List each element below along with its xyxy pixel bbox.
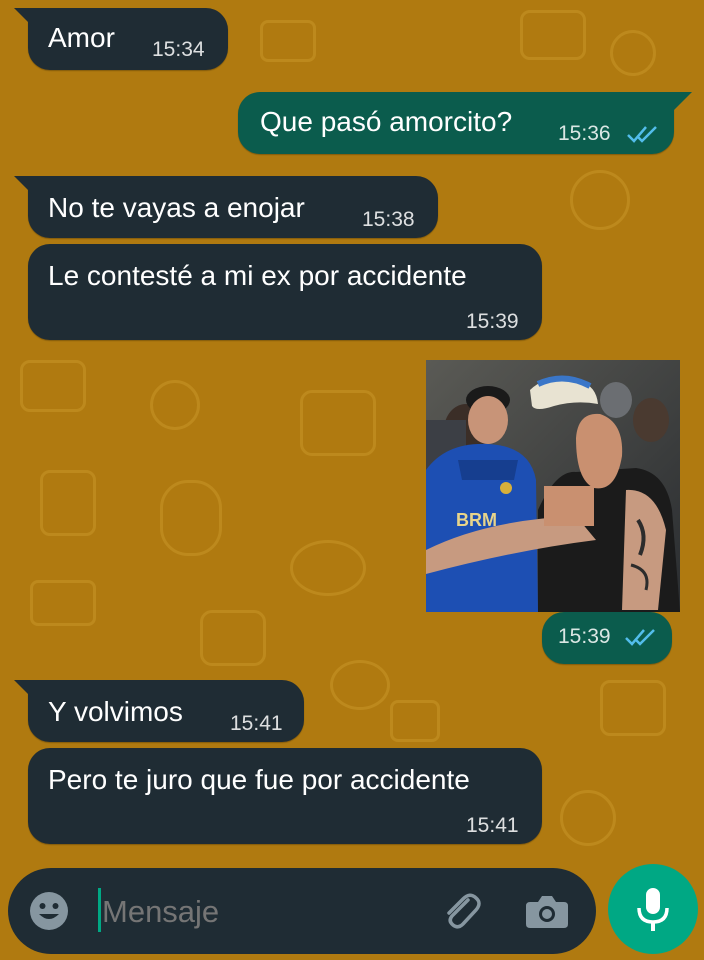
wallpaper-doodle xyxy=(570,170,630,230)
wallpaper-doodle xyxy=(160,480,222,556)
shared-photo[interactable]: BRM xyxy=(426,360,680,612)
wallpaper-doodle xyxy=(30,580,96,626)
message-text: Pero te juro que fue por accidente xyxy=(48,764,470,795)
wallpaper-doodle xyxy=(600,680,666,736)
message-input-bar[interactable] xyxy=(8,868,596,954)
message-bubble-incoming[interactable]: Y volvimos 15:41 xyxy=(28,680,304,742)
wallpaper-doodle xyxy=(610,30,656,76)
message-bubble-incoming[interactable]: Pero te juro que fue por accidente 15:41 xyxy=(28,748,542,844)
message-bubble-incoming[interactable]: Le contesté a mi ex por accidente 15:39 xyxy=(28,244,542,340)
message-text: Le contesté a mi ex por accidente xyxy=(48,260,467,291)
message-text: Amor xyxy=(48,22,115,53)
photo-image: BRM xyxy=(426,360,680,612)
message-text: No te vayas a enojar xyxy=(48,192,305,223)
bubble-tail xyxy=(14,680,32,698)
message-text: Que pasó amorcito? xyxy=(260,106,513,137)
camera-icon[interactable] xyxy=(524,890,570,932)
wallpaper-doodle xyxy=(150,380,200,430)
message-bubble-incoming[interactable]: Amor 15:34 xyxy=(28,8,228,70)
wallpaper-doodle xyxy=(20,360,86,412)
wallpaper-doodle xyxy=(40,470,96,536)
wallpaper-doodle xyxy=(300,390,376,456)
message-time: 15:38 xyxy=(362,208,415,231)
wallpaper-doodle xyxy=(520,10,586,60)
message-bubble-incoming[interactable]: No te vayas a enojar 15:38 xyxy=(28,176,438,238)
wallpaper-doodle xyxy=(390,700,440,742)
message-time: 15:41 xyxy=(230,712,283,735)
bubble-tail xyxy=(14,176,32,194)
image-timestamp-bubble: 15:39 xyxy=(542,612,672,664)
message-input[interactable] xyxy=(100,886,424,938)
bubble-tail xyxy=(674,92,692,110)
wallpaper-doodle xyxy=(560,790,616,846)
wallpaper-doodle xyxy=(330,660,390,710)
message-time: 15:36 xyxy=(558,122,611,145)
message-text: Y volvimos xyxy=(48,696,183,727)
double-check-icon xyxy=(625,629,655,646)
attach-icon[interactable] xyxy=(438,888,484,934)
bubble-tail xyxy=(14,8,32,26)
photo-shirt-print: BRM xyxy=(456,510,497,530)
emoji-icon[interactable] xyxy=(28,890,70,932)
wallpaper-doodle xyxy=(260,20,316,62)
message-time: 15:39 xyxy=(558,625,611,648)
wallpaper-doodle xyxy=(290,540,366,596)
message-bubble-outgoing[interactable]: Que pasó amorcito? 15:36 xyxy=(238,92,674,154)
message-time: 15:39 xyxy=(466,310,519,333)
voice-message-button[interactable] xyxy=(608,864,698,954)
mic-icon xyxy=(637,888,669,931)
message-time: 15:34 xyxy=(152,38,205,61)
message-time: 15:41 xyxy=(466,814,519,837)
double-check-icon xyxy=(627,126,657,143)
wallpaper-doodle xyxy=(200,610,266,666)
